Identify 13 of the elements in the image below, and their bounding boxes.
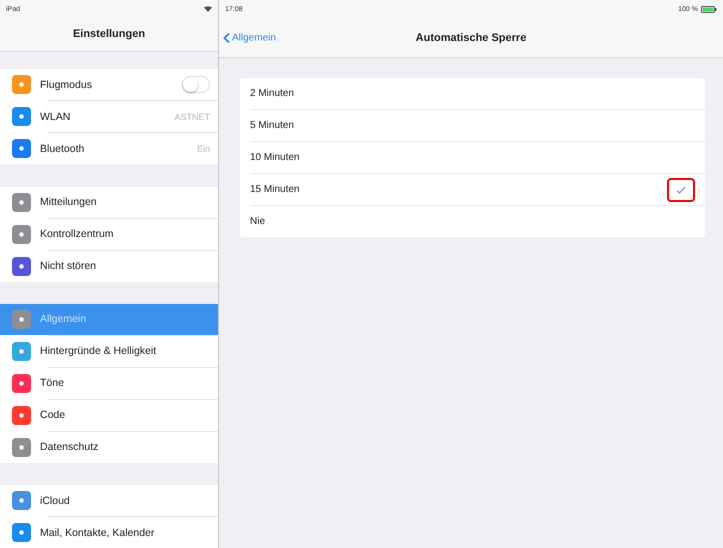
setting-value: Ein [196, 144, 210, 154]
page-title: Automatische Sperre [416, 32, 526, 44]
option-item[interactable]: 5 Minuten [240, 110, 705, 141]
option-item[interactable]: 15 Minuten [240, 174, 705, 205]
chevron-icon [223, 32, 230, 43]
wifi-icon [204, 6, 212, 12]
toggle-switch[interactable] [182, 76, 210, 94]
sidebar-title: Einstellungen [72, 28, 146, 40]
option-item[interactable]: Nie [240, 206, 705, 237]
setting-value: ASTNET [174, 112, 210, 122]
battery-icon [701, 6, 717, 12]
option-item[interactable]: 2 Minuten [240, 78, 705, 109]
option-item[interactable]: 10 Minuten [240, 142, 705, 173]
